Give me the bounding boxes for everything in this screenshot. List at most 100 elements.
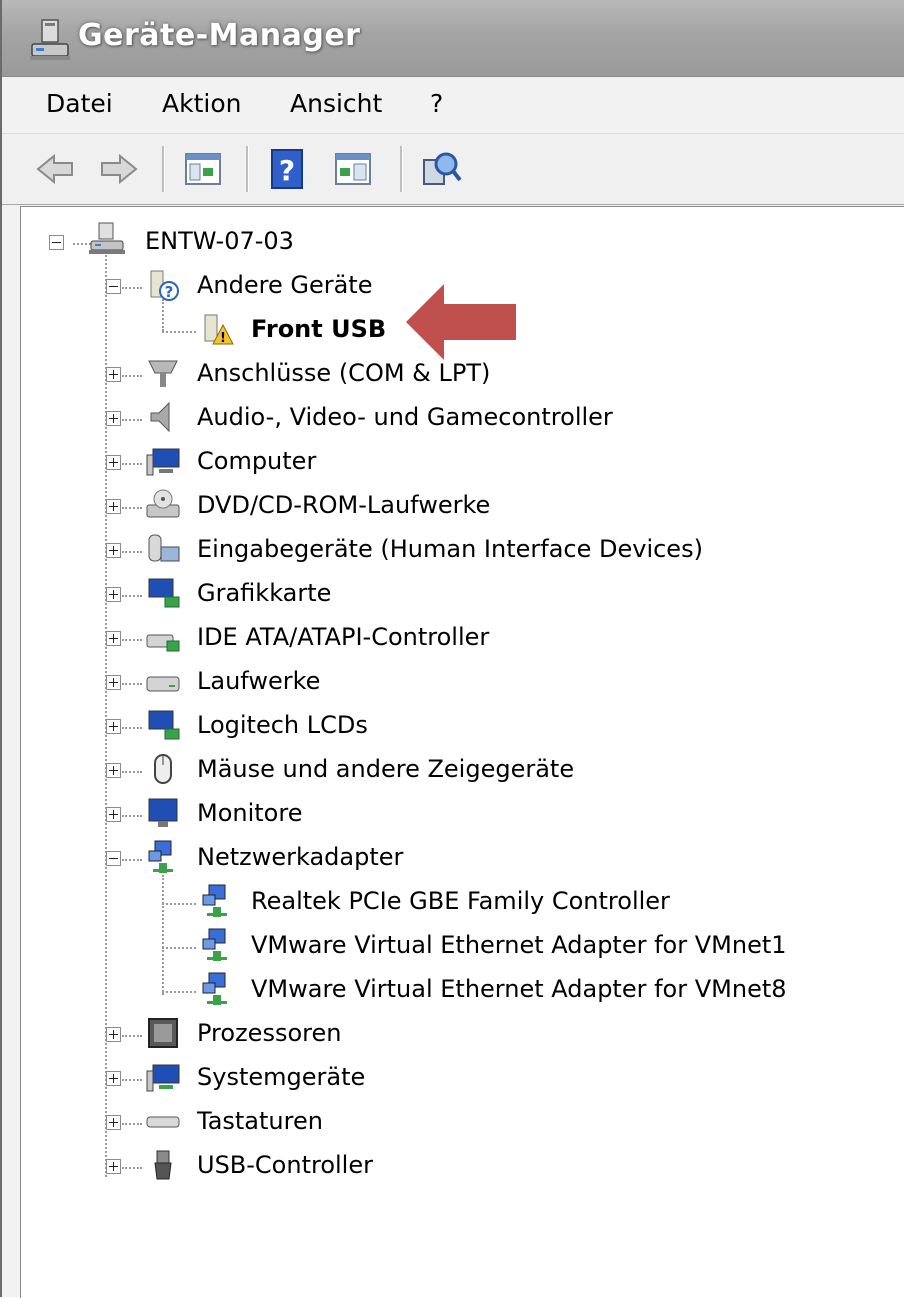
network-adapter-icon: [202, 884, 227, 917]
tree-category-label[interactable]: Grafikkarte: [197, 579, 331, 607]
monitor-icon: [148, 798, 178, 827]
tree-category-label[interactable]: Prozessoren: [197, 1019, 341, 1047]
expand-toggle[interactable]: [106, 1159, 121, 1174]
tree-device-label[interactable]: Realtek PCIe GBE Family Controller: [251, 887, 670, 915]
toolbar-separator: [246, 146, 249, 192]
toolbar-separator: [162, 146, 165, 192]
tree-connector: [122, 815, 142, 817]
usb-icon: [154, 1150, 172, 1180]
menu-bar: Datei Aktion Ansicht ?: [2, 77, 904, 134]
tree-device-label[interactable]: Front USB: [251, 315, 386, 343]
expand-toggle[interactable]: [106, 367, 121, 382]
expand-toggle[interactable]: [106, 675, 121, 690]
expand-toggle[interactable]: [106, 763, 121, 778]
tree-category-label[interactable]: Mäuse und andere Zeigegeräte: [197, 755, 574, 783]
expand-toggle[interactable]: [106, 807, 121, 822]
svg-text:?: ?: [279, 154, 295, 187]
svg-text:!: !: [220, 331, 226, 346]
tree-category-label[interactable]: Logitech LCDs: [197, 711, 368, 739]
tree-category-label[interactable]: Monitore: [197, 799, 302, 827]
expand-toggle[interactable]: [106, 1071, 121, 1086]
menu-help[interactable]: ?: [430, 89, 443, 118]
tree-connector: [122, 287, 142, 289]
tree-category-label[interactable]: DVD/CD-ROM-Laufwerke: [197, 491, 490, 519]
tree-category-label[interactable]: Systemgeräte: [197, 1063, 365, 1091]
expand-toggle[interactable]: [106, 411, 121, 426]
device-manager-app-icon: [30, 19, 70, 60]
toolbar-separator: [400, 146, 403, 192]
system-devices-icon: [146, 1064, 180, 1092]
keyboard-icon: [146, 1116, 180, 1128]
title-bar[interactable]: Geräte-Manager: [2, 0, 904, 77]
disk-drive-icon: [146, 676, 180, 692]
tree-connector: [122, 859, 142, 861]
expand-toggle[interactable]: [106, 455, 121, 470]
warning-device-icon: !: [204, 314, 234, 346]
tree-connector: [162, 947, 196, 949]
network-adapter-icon: [202, 972, 227, 1005]
tree-device-label[interactable]: VMware Virtual Ethernet Adapter for VMne…: [251, 975, 787, 1003]
tree-connector: [162, 331, 196, 333]
help-icon[interactable]: ?: [266, 146, 312, 192]
device-manager-window: Geräte-Manager Datei Aktion Ansicht ? ?: [0, 0, 904, 1298]
tree-connector: [122, 1123, 142, 1125]
ide-controller-icon: [146, 634, 180, 652]
tree-category-label[interactable]: Eingabegeräte (Human Interface Devices): [197, 535, 703, 563]
collapse-toggle[interactable]: [106, 851, 121, 866]
show-hide-console-tree-icon[interactable]: [180, 146, 226, 192]
tree-root-label[interactable]: ENTW-07-03: [145, 227, 294, 255]
tree-category-label[interactable]: Audio-, Video- und Gamecontroller: [197, 403, 613, 431]
toolbar: ?: [2, 134, 904, 205]
expand-toggle[interactable]: [106, 499, 121, 514]
tree-connector: [122, 639, 142, 641]
tree-category-label[interactable]: Laufwerke: [197, 667, 320, 695]
tree-category-label[interactable]: Computer: [197, 447, 316, 475]
expand-toggle[interactable]: [106, 543, 121, 558]
dvd-drive-icon: [146, 489, 180, 518]
hid-icon: [148, 534, 180, 562]
tree-connector: [162, 875, 164, 995]
computer-icon: [146, 448, 180, 476]
expand-toggle[interactable]: [106, 1115, 121, 1130]
collapse-toggle[interactable]: [106, 279, 121, 294]
tree-connector: [122, 771, 142, 773]
tree-connector: [122, 1079, 142, 1081]
expand-toggle[interactable]: [106, 719, 121, 734]
device-tree-pane[interactable]: ENTW-07-03 ? Andere Geräte! Front USB Ansch…: [20, 206, 904, 1298]
scan-hardware-icon[interactable]: [418, 146, 464, 192]
tree-category-label[interactable]: Andere Geräte: [197, 271, 372, 299]
tree-connector: [122, 551, 142, 553]
window-title: Geräte-Manager: [78, 18, 361, 53]
lcd-icon: [148, 710, 180, 740]
expand-toggle[interactable]: [106, 1027, 121, 1042]
unknown-device-icon: ?: [150, 270, 179, 301]
forward-arrow-icon[interactable]: [96, 146, 142, 192]
menu-aktion[interactable]: Aktion: [162, 89, 241, 118]
processor-icon: [148, 1018, 178, 1048]
device-tree: ENTW-07-03 ? Andere Geräte! Front USB Ansch…: [21, 207, 904, 1298]
tree-connector: [122, 595, 142, 597]
tree-connector: [122, 419, 142, 421]
network-adapter-icon: [202, 928, 227, 961]
back-arrow-icon[interactable]: [32, 146, 78, 192]
tree-category-label[interactable]: Anschlüsse (COM & LPT): [197, 359, 490, 387]
tree-connector: [162, 299, 164, 331]
tree-connector: [122, 507, 142, 509]
tree-connector: [122, 727, 142, 729]
tree-category-label[interactable]: Tastaturen: [197, 1107, 323, 1135]
expand-toggle[interactable]: [106, 587, 121, 602]
tree-connector: [122, 463, 142, 465]
tree-connector: [122, 375, 142, 377]
tree-category-label[interactable]: IDE ATA/ATAPI-Controller: [197, 623, 489, 651]
tree-category-label[interactable]: USB-Controller: [197, 1151, 373, 1179]
properties-pane-icon[interactable]: [330, 146, 376, 192]
expand-toggle[interactable]: [106, 631, 121, 646]
tree-category-label[interactable]: Netzwerkadapter: [197, 843, 403, 871]
tree-connector: [162, 991, 196, 993]
speaker-icon: [150, 401, 170, 433]
menu-datei[interactable]: Datei: [46, 89, 113, 118]
tree-device-label[interactable]: VMware Virtual Ethernet Adapter for VMne…: [251, 931, 787, 959]
root-collapse-toggle[interactable]: [49, 235, 64, 250]
tree-connector: [122, 683, 142, 685]
menu-ansicht[interactable]: Ansicht: [290, 89, 382, 118]
